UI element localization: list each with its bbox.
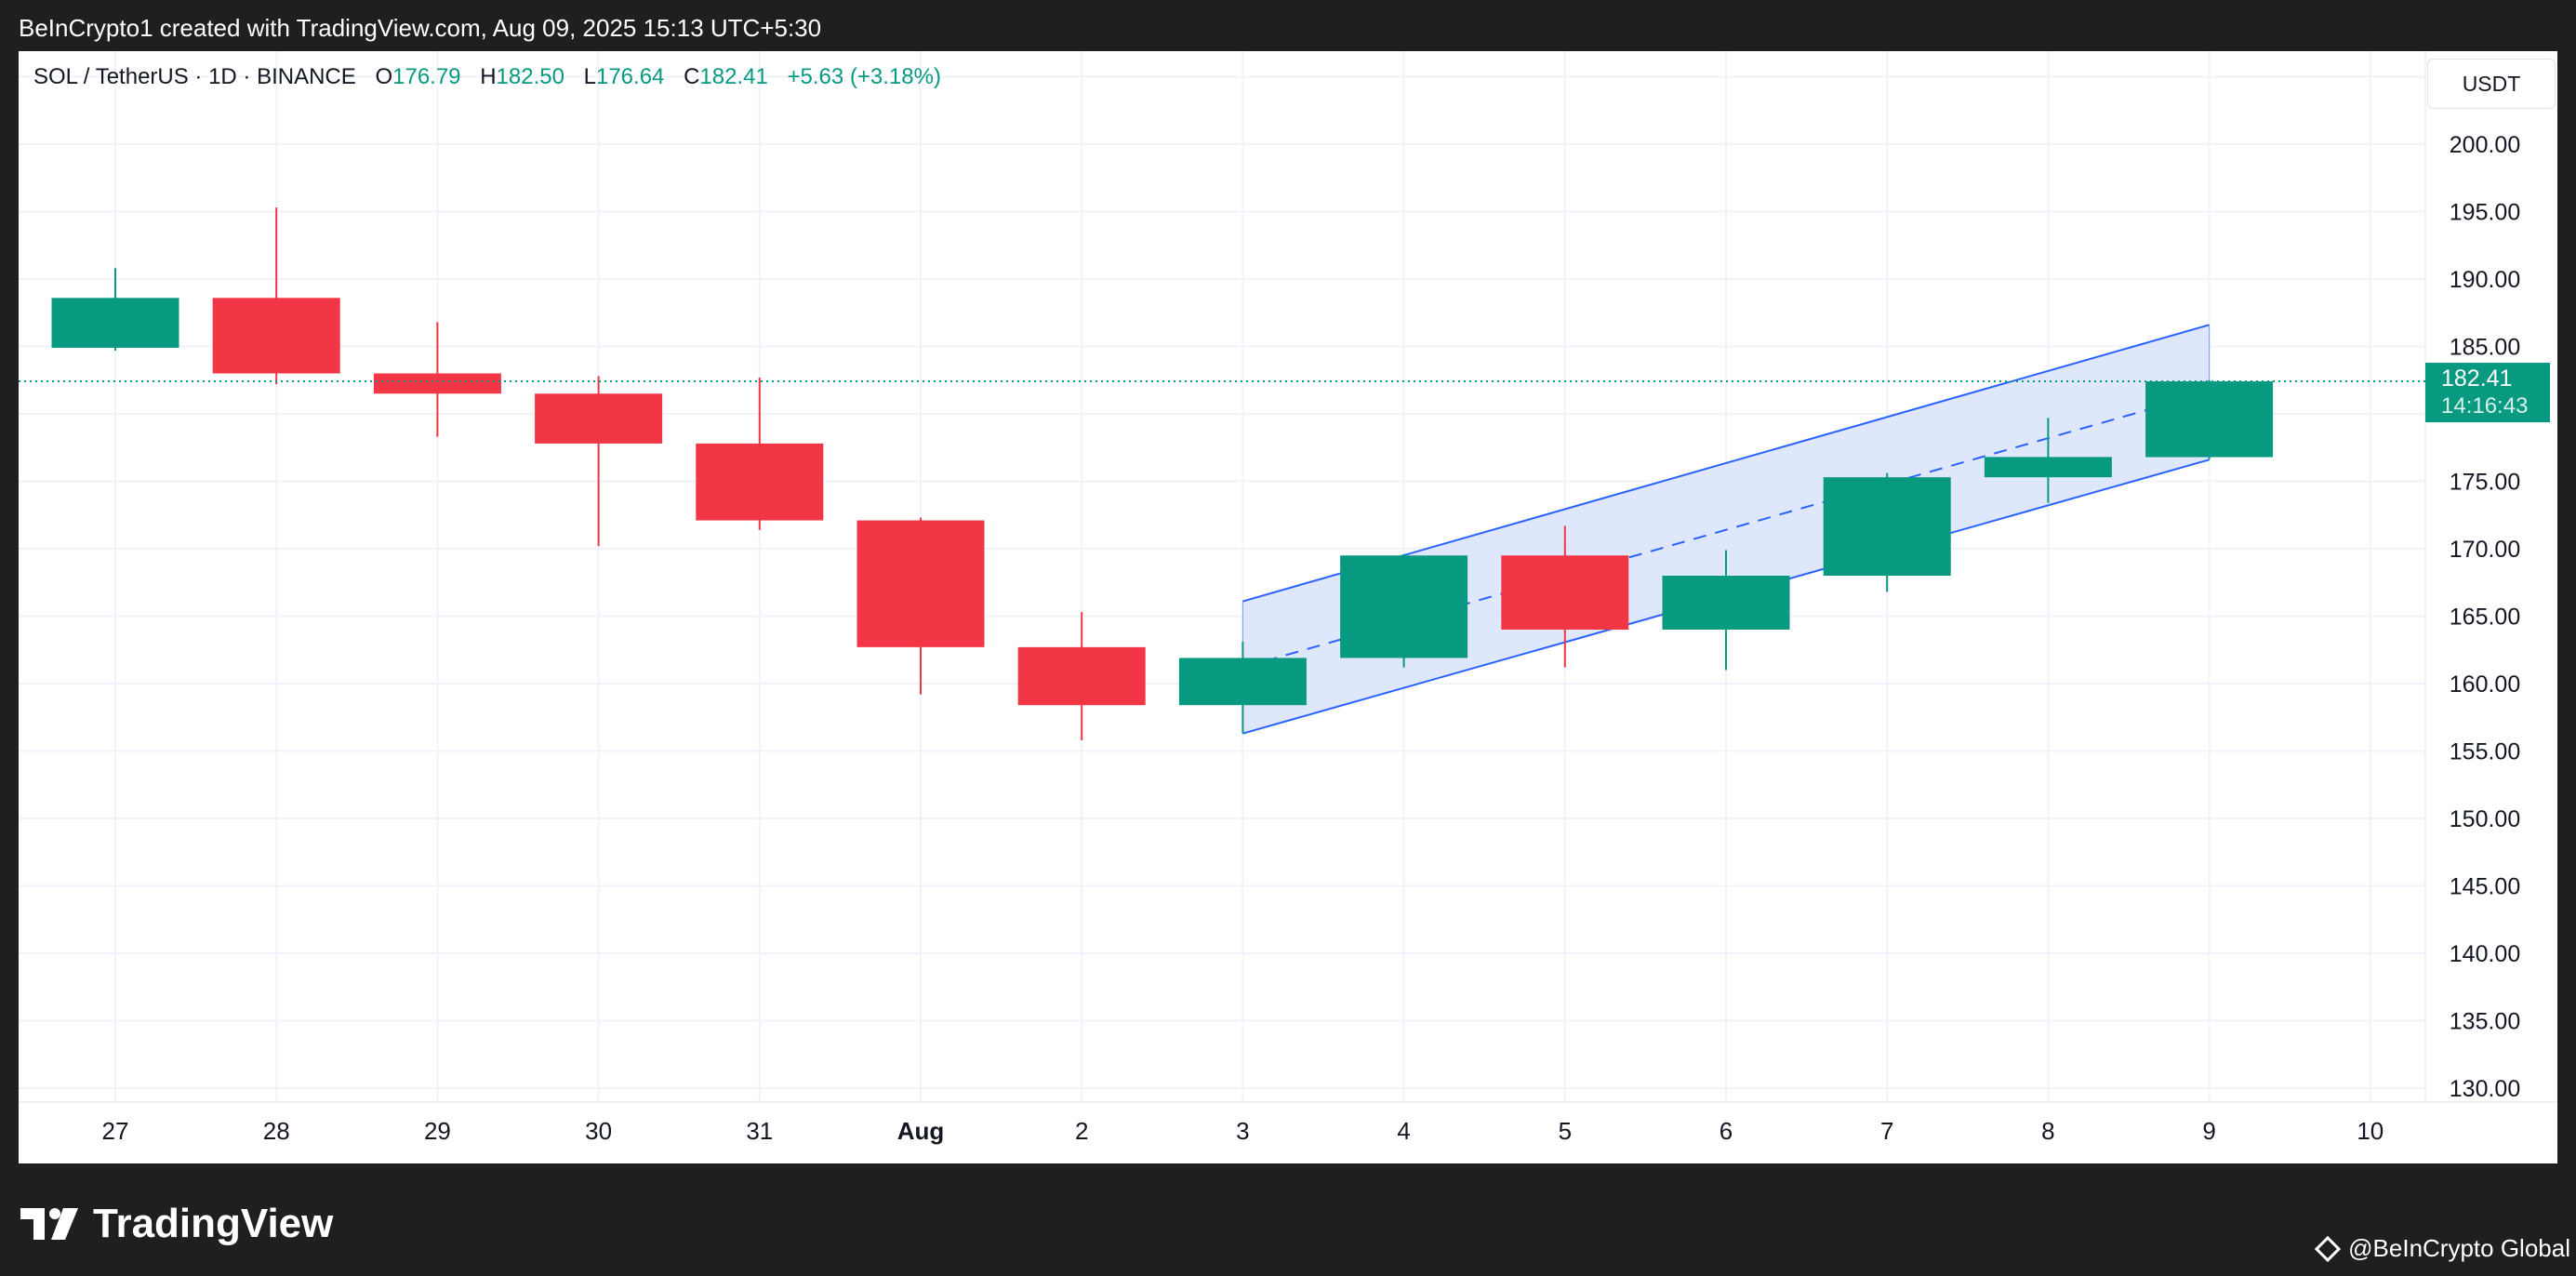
last-price-label: 182.41 (2441, 366, 2512, 392)
x-tick-label: 5 (1559, 1117, 1572, 1145)
x-tick-label: 30 (585, 1117, 612, 1145)
candle-body (1340, 555, 1468, 658)
candlestick-chart[interactable]: 130.00 135.00 140.00 145.00 150.00 155.00 160.… (19, 51, 2557, 1163)
x-tick-label: 4 (1397, 1117, 1410, 1145)
tradingview-logo[interactable]: TradingView (20, 1201, 333, 1247)
candle-body (535, 393, 663, 444)
y-tick-label: 150.00 (2450, 806, 2520, 832)
tradingview-logo-text: TradingView (93, 1201, 334, 1246)
attribution-bar: BeInCrypto1 created with TradingView.com… (0, 0, 2576, 51)
footer-bar: TradingView @BeInCrypto Global (0, 1163, 2576, 1276)
close-label: C (684, 64, 700, 89)
low-label: L (583, 64, 596, 89)
y-tick-label: 190.00 (2450, 267, 2520, 293)
open-value: 176.79 (392, 64, 461, 89)
x-tick-label: 10 (2357, 1117, 2383, 1145)
y-tick-label: 135.00 (2450, 1009, 2520, 1035)
candle-body (856, 520, 985, 647)
candle-body (1662, 576, 1790, 630)
y-tick-label: 175.00 (2450, 470, 2520, 496)
y-tick-label: 170.00 (2450, 537, 2520, 563)
x-tick-label: 6 (1720, 1117, 1733, 1145)
y-tick-label: 145.00 (2450, 874, 2520, 900)
close-value: 182.41 (699, 64, 768, 89)
symbol-legend: SOL / TetherUS · 1D · BINANCE O176.79 H1… (33, 64, 941, 90)
y-tick-label: 140.00 (2450, 941, 2520, 967)
candle-body (2145, 381, 2274, 458)
y-tick-label: 165.00 (2450, 605, 2520, 631)
credit: @BeInCrypto Global (2315, 1234, 2570, 1263)
candle-body (212, 298, 340, 374)
x-tick-label: Aug (897, 1117, 945, 1145)
x-tick-label: 7 (1880, 1117, 1893, 1145)
candle-body (1017, 646, 1146, 706)
high-label: H (480, 64, 497, 89)
chart-panel[interactable]: 130.00 135.00 140.00 145.00 150.00 155.00 160.… (19, 51, 2557, 1163)
y-tick-label: 160.00 (2450, 671, 2520, 698)
y-tick-label: 185.00 (2450, 335, 2520, 361)
beincrypto-diamond-icon (2315, 1235, 2342, 1262)
candle-body (1501, 555, 1629, 630)
x-tick-label: 9 (2202, 1117, 2215, 1145)
currency-button[interactable]: USDT (2427, 59, 2556, 109)
x-tick-label: 29 (424, 1117, 451, 1145)
y-tick-label: 155.00 (2450, 739, 2520, 765)
change-value: +5.63 (+3.18%) (787, 64, 941, 89)
x-tick-label: 8 (2041, 1117, 2054, 1145)
x-tick-label: 2 (1075, 1117, 1088, 1145)
y-tick-label: 195.00 (2450, 200, 2520, 226)
x-tick-label: 31 (746, 1117, 773, 1145)
candle-body (1984, 457, 2112, 478)
attribution-text: BeInCrypto1 created with TradingView.com… (19, 14, 822, 42)
low-value: 176.64 (595, 64, 665, 89)
x-tick-label: 3 (1236, 1117, 1249, 1145)
y-tick-label: 200.00 (2450, 132, 2520, 158)
open-label: O (375, 64, 393, 89)
tradingview-logo-icon (20, 1208, 78, 1240)
x-tick-label: 27 (102, 1117, 129, 1145)
credit-text: @BeInCrypto Global (2348, 1234, 2570, 1262)
x-tick-label: 28 (263, 1117, 290, 1145)
candle-body (1178, 658, 1307, 706)
countdown-label: 14:16:43 (2441, 393, 2528, 419)
candle-body (696, 443, 824, 521)
candle-body (1823, 477, 1951, 576)
y-tick-label: 130.00 (2450, 1076, 2520, 1102)
candle-body (373, 373, 501, 394)
symbol-name: SOL / TetherUS · 1D · BINANCE (33, 64, 356, 89)
high-value: 182.50 (496, 64, 564, 89)
candle-body (51, 298, 179, 348)
